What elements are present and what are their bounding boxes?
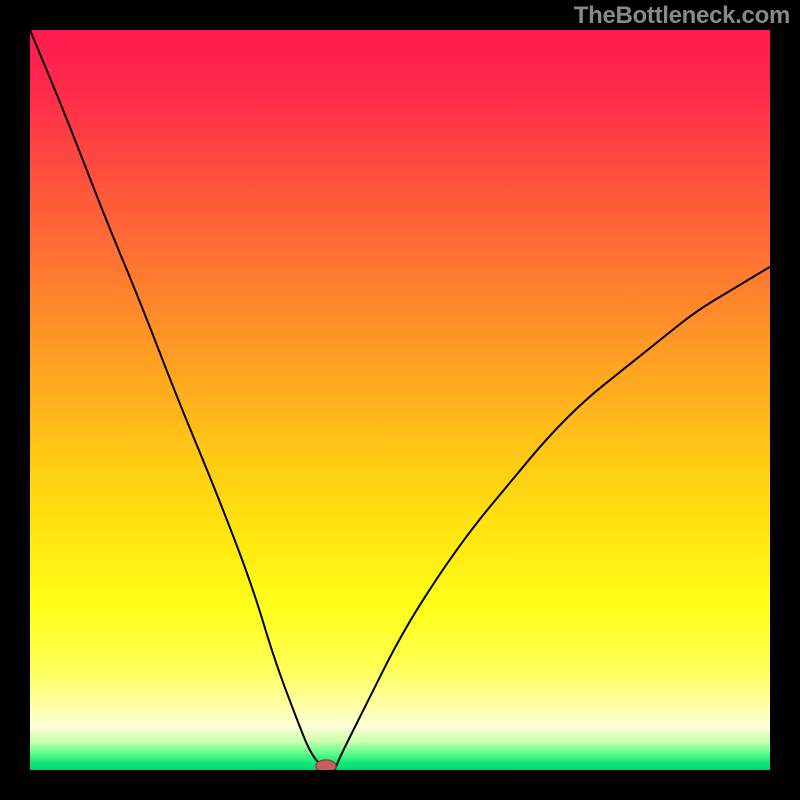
watermark-text: TheBottleneck.com: [574, 2, 790, 30]
plot-area: [30, 30, 770, 770]
gradient-background: [30, 30, 770, 770]
chart-container: TheBottleneck.com: [0, 0, 800, 800]
